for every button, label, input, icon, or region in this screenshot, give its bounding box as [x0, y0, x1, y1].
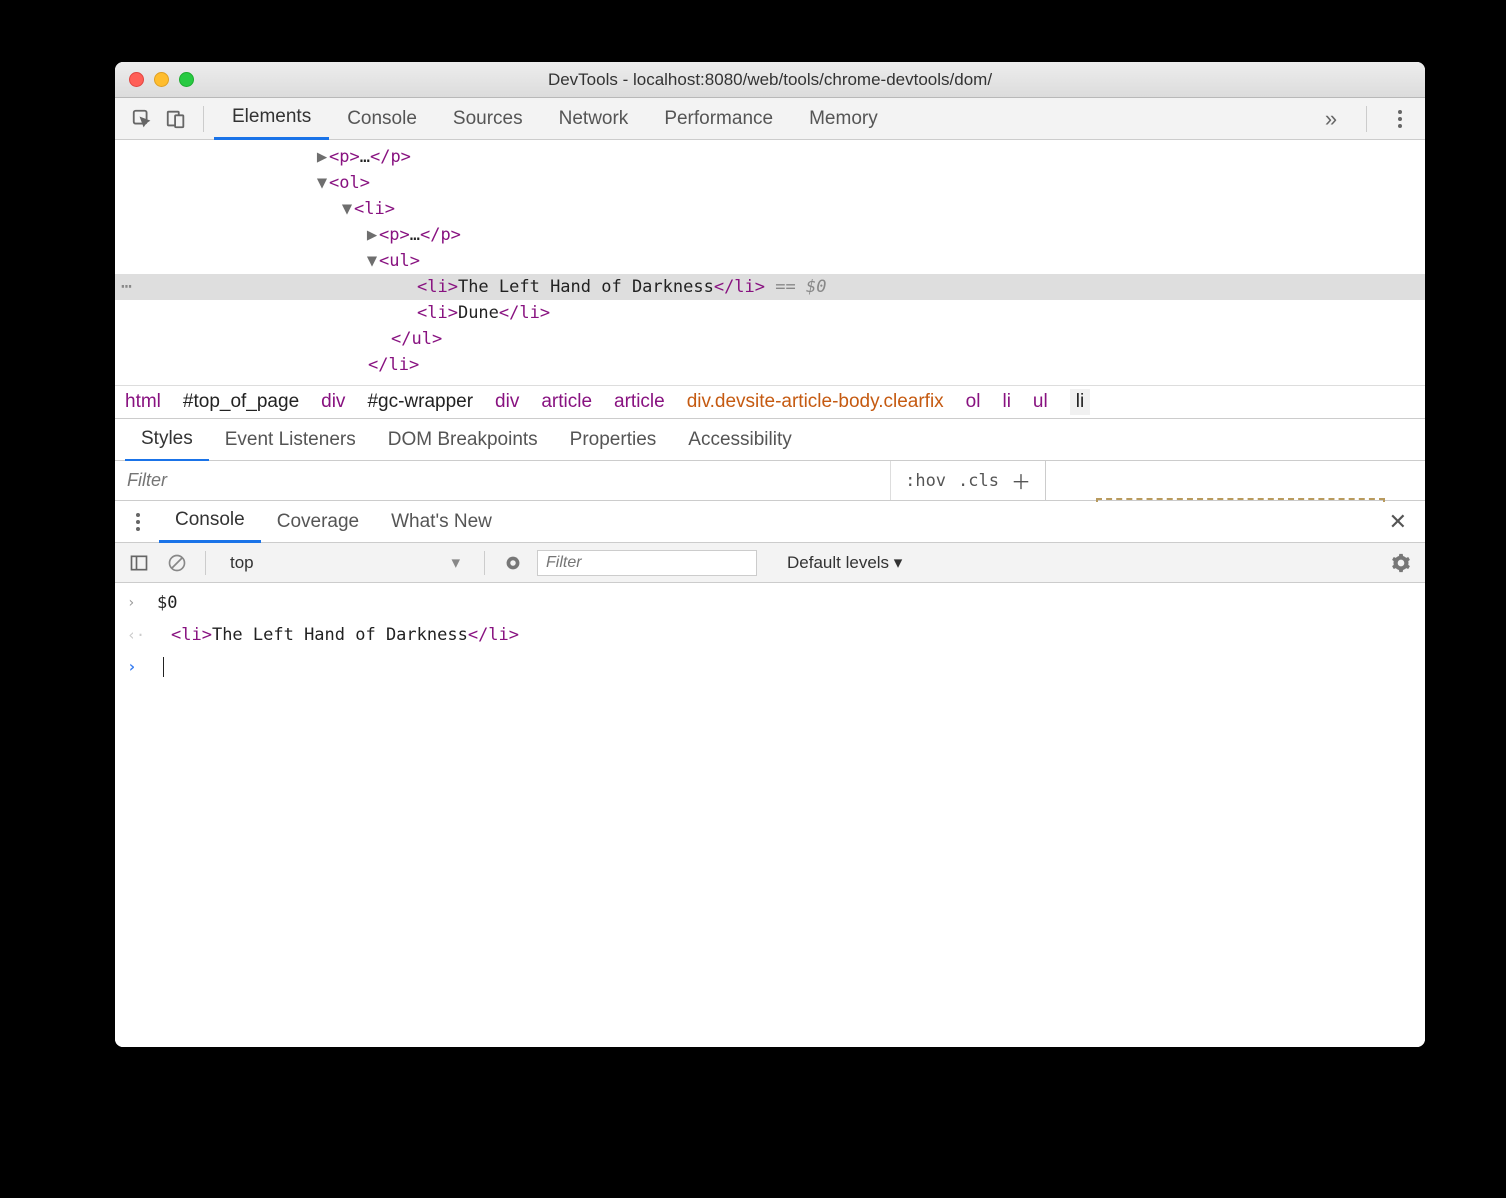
- cls-toggle[interactable]: .cls: [958, 471, 999, 491]
- drawer-tab-what-s-new[interactable]: What's New: [375, 501, 508, 543]
- inspect-icon[interactable]: [125, 102, 159, 136]
- console-line: ›$0: [115, 587, 1425, 619]
- elements-dom-tree[interactable]: ▶<p>…</p>▼<ol>▼<li>▶<p>…</p>▼<ul><li>The…: [115, 140, 1425, 385]
- breadcrumb-item[interactable]: html: [125, 391, 161, 413]
- main-tabs: ElementsConsoleSourcesNetworkPerformance…: [115, 98, 1425, 140]
- styles-filter-input[interactable]: [115, 461, 890, 500]
- console-filter-input[interactable]: [537, 550, 757, 576]
- zoom-window-button[interactable]: [179, 72, 194, 87]
- dom-node[interactable]: ▶<p>…</p>: [115, 222, 1425, 248]
- clear-console-icon[interactable]: [163, 549, 191, 577]
- styles-filter-bar: :hov .cls ＋: [115, 461, 1425, 501]
- close-drawer-button[interactable]: ✕: [1379, 509, 1417, 535]
- dom-node[interactable]: ▼<ol>: [115, 170, 1425, 196]
- tab-console[interactable]: Console: [329, 98, 435, 140]
- hov-toggle[interactable]: :hov: [905, 471, 946, 491]
- breadcrumb-item[interactable]: #top_of_page: [183, 391, 299, 413]
- console-toolbar: top▾ Default levels ▾: [115, 543, 1425, 583]
- drawer-tabs: ConsoleCoverageWhat's New ✕: [115, 501, 1425, 543]
- separator: [205, 551, 206, 575]
- dom-breadcrumb: html #top_of_page div #gc-wrapper div article…: [115, 385, 1425, 419]
- dom-node[interactable]: ▼<ul>: [115, 248, 1425, 274]
- styles-tools: :hov .cls ＋: [890, 461, 1045, 500]
- breadcrumb-item[interactable]: div.devsite-article-body.clearfix: [687, 391, 944, 413]
- tab-network[interactable]: Network: [541, 98, 647, 140]
- drawer-kebab-icon[interactable]: [123, 507, 153, 537]
- breadcrumb-item[interactable]: article: [614, 391, 665, 413]
- close-window-button[interactable]: [129, 72, 144, 87]
- log-levels-select[interactable]: Default levels ▾: [787, 553, 902, 573]
- dom-node[interactable]: ▶<p>…</p>: [115, 144, 1425, 170]
- breadcrumb-item[interactable]: ul: [1033, 391, 1048, 413]
- titlebar: DevTools - localhost:8080/web/tools/chro…: [115, 62, 1425, 98]
- breadcrumb-item[interactable]: li: [1070, 389, 1090, 415]
- dom-node[interactable]: </li>: [115, 352, 1425, 378]
- window-title: DevTools - localhost:8080/web/tools/chro…: [115, 70, 1425, 90]
- dom-node[interactable]: <li>Dune</li>: [115, 300, 1425, 326]
- tab-performance[interactable]: Performance: [646, 98, 791, 140]
- tab-sources[interactable]: Sources: [435, 98, 541, 140]
- separator: [203, 106, 204, 132]
- live-expression-icon[interactable]: [499, 549, 527, 577]
- sidebar-toggle-icon[interactable]: [125, 549, 153, 577]
- devtools-window: DevTools - localhost:8080/web/tools/chro…: [115, 62, 1425, 1047]
- subtab-styles[interactable]: Styles: [125, 419, 209, 461]
- device-toggle-icon[interactable]: [159, 102, 193, 136]
- subtab-properties[interactable]: Properties: [554, 419, 673, 461]
- minimize-window-button[interactable]: [154, 72, 169, 87]
- subtab-dom-breakpoints[interactable]: DOM Breakpoints: [372, 419, 554, 461]
- separator: [1366, 106, 1367, 132]
- console-line: ‹·<li>The Left Hand of Darkness</li>: [115, 619, 1425, 651]
- breadcrumb-item[interactable]: #gc-wrapper: [367, 391, 473, 413]
- breadcrumb-item[interactable]: article: [541, 391, 592, 413]
- settings-kebab-icon[interactable]: [1385, 104, 1415, 134]
- dom-node[interactable]: <li>The Left Hand of Darkness</li> == $0: [115, 274, 1425, 300]
- traffic-lights: [115, 72, 194, 87]
- tab-memory[interactable]: Memory: [791, 98, 896, 140]
- dom-node[interactable]: </ul>: [115, 326, 1425, 352]
- dom-node[interactable]: ▼<li>: [115, 196, 1425, 222]
- box-model-pane: [1045, 461, 1425, 500]
- context-select[interactable]: top▾: [220, 553, 470, 573]
- subtab-event-listeners[interactable]: Event Listeners: [209, 419, 372, 461]
- console-prompt[interactable]: ›: [115, 651, 1425, 683]
- console-output[interactable]: ›$0‹·<li>The Left Hand of Darkness</li>›: [115, 583, 1425, 1047]
- console-settings-icon[interactable]: [1387, 549, 1415, 577]
- add-rule-button[interactable]: ＋: [1011, 466, 1031, 495]
- styles-panel-tabs: StylesEvent ListenersDOM BreakpointsProp…: [115, 419, 1425, 461]
- box-model-outline: [1096, 498, 1385, 502]
- subtab-accessibility[interactable]: Accessibility: [672, 419, 807, 461]
- drawer-tab-console[interactable]: Console: [159, 501, 261, 543]
- tab-elements[interactable]: Elements: [214, 98, 329, 140]
- breadcrumb-item[interactable]: li: [1002, 391, 1010, 413]
- drawer-tab-coverage[interactable]: Coverage: [261, 501, 375, 543]
- separator: [484, 551, 485, 575]
- breadcrumb-item[interactable]: div: [321, 391, 345, 413]
- breadcrumb-item[interactable]: ol: [966, 391, 981, 413]
- breadcrumb-item[interactable]: div: [495, 391, 519, 413]
- more-tabs-icon[interactable]: »: [1314, 102, 1348, 136]
